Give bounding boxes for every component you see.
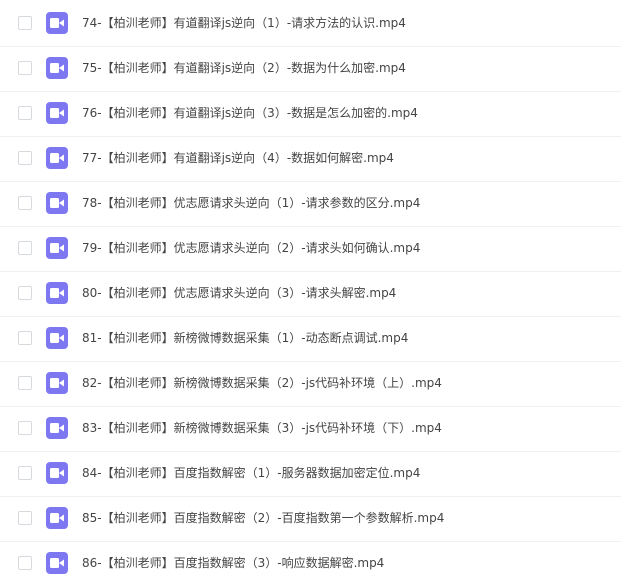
file-checkbox[interactable]	[18, 466, 32, 480]
video-file-icon	[46, 12, 68, 34]
file-name[interactable]: 86-【柏汌老师】百度指数解密（3）-响应数据解密.mp4	[82, 555, 384, 571]
file-checkbox[interactable]	[18, 421, 32, 435]
file-checkbox[interactable]	[18, 331, 32, 345]
file-checkbox[interactable]	[18, 241, 32, 255]
file-row[interactable]: 83-【柏汌老师】新榜微博数据采集（3）-js代码补环境（下）.mp4	[0, 407, 621, 452]
file-checkbox[interactable]	[18, 376, 32, 390]
video-file-icon	[46, 417, 68, 439]
file-checkbox[interactable]	[18, 556, 32, 570]
file-checkbox[interactable]	[18, 511, 32, 525]
file-row[interactable]: 86-【柏汌老师】百度指数解密（3）-响应数据解密.mp4	[0, 542, 621, 584]
file-row[interactable]: 77-【柏汌老师】有道翻译js逆向（4）-数据如何解密.mp4	[0, 137, 621, 182]
file-checkbox[interactable]	[18, 61, 32, 75]
file-row[interactable]: 85-【柏汌老师】百度指数解密（2）-百度指数第一个参数解析.mp4	[0, 497, 621, 542]
video-file-icon	[46, 237, 68, 259]
file-row[interactable]: 79-【柏汌老师】优志愿请求头逆向（2）-请求头如何确认.mp4	[0, 227, 621, 272]
file-checkbox[interactable]	[18, 106, 32, 120]
file-row[interactable]: 82-【柏汌老师】新榜微博数据采集（2）-js代码补环境（上）.mp4	[0, 362, 621, 407]
file-checkbox[interactable]	[18, 286, 32, 300]
file-name[interactable]: 74-【柏汌老师】有道翻译js逆向（1）-请求方法的认识.mp4	[82, 15, 406, 31]
file-checkbox[interactable]	[18, 16, 32, 30]
video-file-icon	[46, 372, 68, 394]
file-row[interactable]: 78-【柏汌老师】优志愿请求头逆向（1）-请求参数的区分.mp4	[0, 182, 621, 227]
file-name[interactable]: 76-【柏汌老师】有道翻译js逆向（3）-数据是怎么加密的.mp4	[82, 105, 418, 121]
file-name[interactable]: 83-【柏汌老师】新榜微博数据采集（3）-js代码补环境（下）.mp4	[82, 420, 442, 436]
video-file-icon	[46, 552, 68, 574]
file-name[interactable]: 82-【柏汌老师】新榜微博数据采集（2）-js代码补环境（上）.mp4	[82, 375, 442, 391]
file-name[interactable]: 80-【柏汌老师】优志愿请求头逆向（3）-请求头解密.mp4	[82, 285, 396, 301]
video-file-icon	[46, 507, 68, 529]
file-checkbox[interactable]	[18, 151, 32, 165]
video-file-icon	[46, 192, 68, 214]
file-name[interactable]: 77-【柏汌老师】有道翻译js逆向（4）-数据如何解密.mp4	[82, 150, 394, 166]
file-row[interactable]: 74-【柏汌老师】有道翻译js逆向（1）-请求方法的认识.mp4	[0, 2, 621, 47]
file-list: 74-【柏汌老师】有道翻译js逆向（1）-请求方法的认识.mp4 75-【柏汌老…	[0, 0, 621, 584]
file-name[interactable]: 85-【柏汌老师】百度指数解密（2）-百度指数第一个参数解析.mp4	[82, 510, 444, 526]
video-file-icon	[46, 462, 68, 484]
video-file-icon	[46, 102, 68, 124]
file-row[interactable]: 80-【柏汌老师】优志愿请求头逆向（3）-请求头解密.mp4	[0, 272, 621, 317]
file-row[interactable]: 84-【柏汌老师】百度指数解密（1）-服务器数据加密定位.mp4	[0, 452, 621, 497]
file-row[interactable]: 81-【柏汌老师】新榜微博数据采集（1）-动态断点调试.mp4	[0, 317, 621, 362]
file-row[interactable]: 76-【柏汌老师】有道翻译js逆向（3）-数据是怎么加密的.mp4	[0, 92, 621, 137]
file-name[interactable]: 78-【柏汌老师】优志愿请求头逆向（1）-请求参数的区分.mp4	[82, 195, 420, 211]
video-file-icon	[46, 147, 68, 169]
file-name[interactable]: 75-【柏汌老师】有道翻译js逆向（2）-数据为什么加密.mp4	[82, 60, 406, 76]
file-name[interactable]: 84-【柏汌老师】百度指数解密（1）-服务器数据加密定位.mp4	[82, 465, 420, 481]
file-name[interactable]: 79-【柏汌老师】优志愿请求头逆向（2）-请求头如何确认.mp4	[82, 240, 420, 256]
video-file-icon	[46, 282, 68, 304]
video-file-icon	[46, 57, 68, 79]
video-file-icon	[46, 327, 68, 349]
file-row[interactable]: 75-【柏汌老师】有道翻译js逆向（2）-数据为什么加密.mp4	[0, 47, 621, 92]
file-checkbox[interactable]	[18, 196, 32, 210]
file-name[interactable]: 81-【柏汌老师】新榜微博数据采集（1）-动态断点调试.mp4	[82, 330, 408, 346]
